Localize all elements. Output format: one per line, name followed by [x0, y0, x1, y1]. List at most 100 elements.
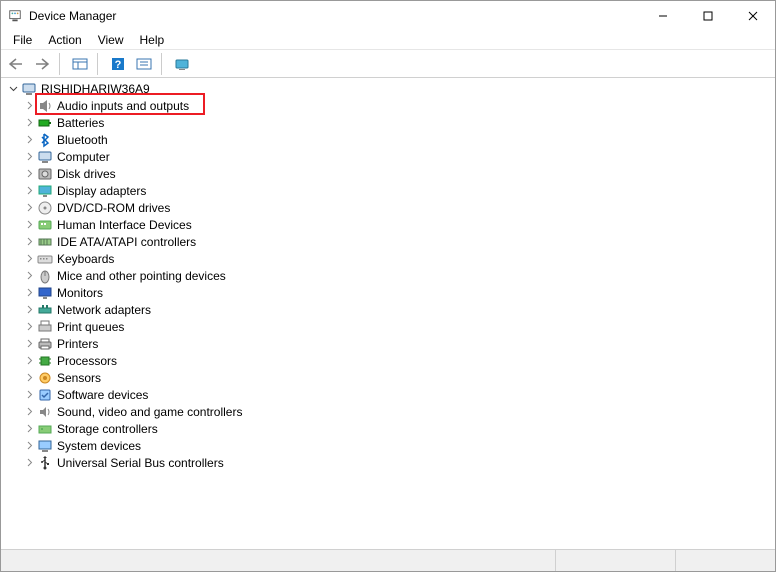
expand-icon[interactable] [21, 217, 37, 233]
window-title: Device Manager [29, 9, 640, 23]
tree-node-label: Storage controllers [57, 422, 158, 436]
mouse-icon [37, 268, 53, 284]
device-tree[interactable]: RISHIDHARIW36A9 Audio inputs and outputs… [1, 78, 775, 549]
tree-node[interactable]: Printers [1, 335, 775, 352]
tree-node-label: Computer [57, 150, 110, 164]
tree-node[interactable]: Human Interface Devices [1, 216, 775, 233]
tree-node[interactable]: Print queues [1, 318, 775, 335]
tree-node-label: System devices [57, 439, 141, 453]
menu-help[interactable]: Help [132, 32, 173, 48]
expand-icon[interactable] [21, 285, 37, 301]
svg-text:?: ? [115, 59, 122, 71]
storage-icon [37, 421, 53, 437]
tree-node-label: Human Interface Devices [57, 218, 192, 232]
close-button[interactable] [730, 1, 775, 31]
tree-node[interactable]: Sensors [1, 369, 775, 386]
ide-icon [37, 234, 53, 250]
toolbar: ? [1, 50, 775, 78]
tree-node[interactable]: Sound, video and game controllers [1, 403, 775, 420]
expand-icon[interactable] [21, 166, 37, 182]
scan-button[interactable] [171, 53, 193, 75]
tree-node-label: Sensors [57, 371, 101, 385]
expand-icon[interactable] [21, 336, 37, 352]
expand-icon[interactable] [21, 404, 37, 420]
titlebar: Device Manager [1, 1, 775, 31]
tree-node[interactable]: Computer [1, 148, 775, 165]
tree-node[interactable]: System devices [1, 437, 775, 454]
expand-icon[interactable] [21, 387, 37, 403]
expand-icon[interactable] [21, 455, 37, 471]
system-icon [37, 438, 53, 454]
expand-icon[interactable] [21, 115, 37, 131]
toolbar-separator [161, 53, 165, 75]
software-icon [37, 387, 53, 403]
bluetooth-icon [37, 132, 53, 148]
tree-node-label: Display adapters [57, 184, 146, 198]
minimize-button[interactable] [640, 1, 685, 31]
toolbar-separator [59, 53, 63, 75]
expand-icon[interactable] [21, 149, 37, 165]
collapse-icon[interactable] [5, 81, 21, 97]
back-button[interactable] [5, 53, 27, 75]
tree-node[interactable]: Software devices [1, 386, 775, 403]
disk-icon [37, 166, 53, 182]
expand-icon[interactable] [21, 268, 37, 284]
tree-node[interactable]: Monitors [1, 284, 775, 301]
properties-button[interactable] [133, 53, 155, 75]
printqueue-icon [37, 319, 53, 335]
tree-node[interactable]: Network adapters [1, 301, 775, 318]
tree-node-label: Universal Serial Bus controllers [57, 456, 224, 470]
expand-icon[interactable] [21, 234, 37, 250]
display-icon [37, 183, 53, 199]
expand-icon[interactable] [21, 200, 37, 216]
expand-icon[interactable] [21, 438, 37, 454]
tree-node[interactable]: Disk drives [1, 165, 775, 182]
help-button[interactable]: ? [107, 53, 129, 75]
usb-icon [37, 455, 53, 471]
expand-icon[interactable] [21, 132, 37, 148]
tree-node[interactable]: DVD/CD-ROM drives [1, 199, 775, 216]
menu-file[interactable]: File [5, 32, 40, 48]
tree-node[interactable]: Universal Serial Bus controllers [1, 454, 775, 471]
tree-node-label: Mice and other pointing devices [57, 269, 226, 283]
tree-node[interactable]: Processors [1, 352, 775, 369]
tree-node-label: Disk drives [57, 167, 116, 181]
menu-action[interactable]: Action [40, 32, 89, 48]
expand-icon[interactable] [21, 251, 37, 267]
toolbar-separator [97, 53, 101, 75]
keyboard-icon [37, 251, 53, 267]
expand-icon[interactable] [21, 319, 37, 335]
tree-node[interactable]: Mice and other pointing devices [1, 267, 775, 284]
expand-icon[interactable] [21, 183, 37, 199]
tree-node-label: Print queues [57, 320, 124, 334]
tree-node-label: DVD/CD-ROM drives [57, 201, 170, 215]
expand-icon[interactable] [21, 421, 37, 437]
dvd-icon [37, 200, 53, 216]
tree-node[interactable]: Storage controllers [1, 420, 775, 437]
hid-icon [37, 217, 53, 233]
statusbar [1, 549, 775, 571]
tree-node[interactable]: IDE ATA/ATAPI controllers [1, 233, 775, 250]
tree-node[interactable]: Bluetooth [1, 131, 775, 148]
tree-node-label: Network adapters [57, 303, 151, 317]
expand-icon[interactable] [21, 353, 37, 369]
tree-node-label: Bluetooth [57, 133, 108, 147]
app-icon [7, 8, 23, 24]
tree-node[interactable]: Keyboards [1, 250, 775, 267]
expand-icon[interactable] [21, 370, 37, 386]
forward-button[interactable] [31, 53, 53, 75]
tree-node-label: Software devices [57, 388, 148, 402]
tree-node-label: Batteries [57, 116, 104, 130]
monitor-icon [37, 285, 53, 301]
show-hidden-button[interactable] [69, 53, 91, 75]
menubar: File Action View Help [1, 31, 775, 50]
tree-node[interactable]: Display adapters [1, 182, 775, 199]
menu-view[interactable]: View [90, 32, 132, 48]
computer-icon [37, 149, 53, 165]
tree-node-label: Processors [57, 354, 117, 368]
highlight-annotation [35, 93, 205, 115]
maximize-button[interactable] [685, 1, 730, 31]
expand-icon[interactable] [21, 302, 37, 318]
tree-node[interactable]: Batteries [1, 114, 775, 131]
tree-node-label: Sound, video and game controllers [57, 405, 242, 419]
